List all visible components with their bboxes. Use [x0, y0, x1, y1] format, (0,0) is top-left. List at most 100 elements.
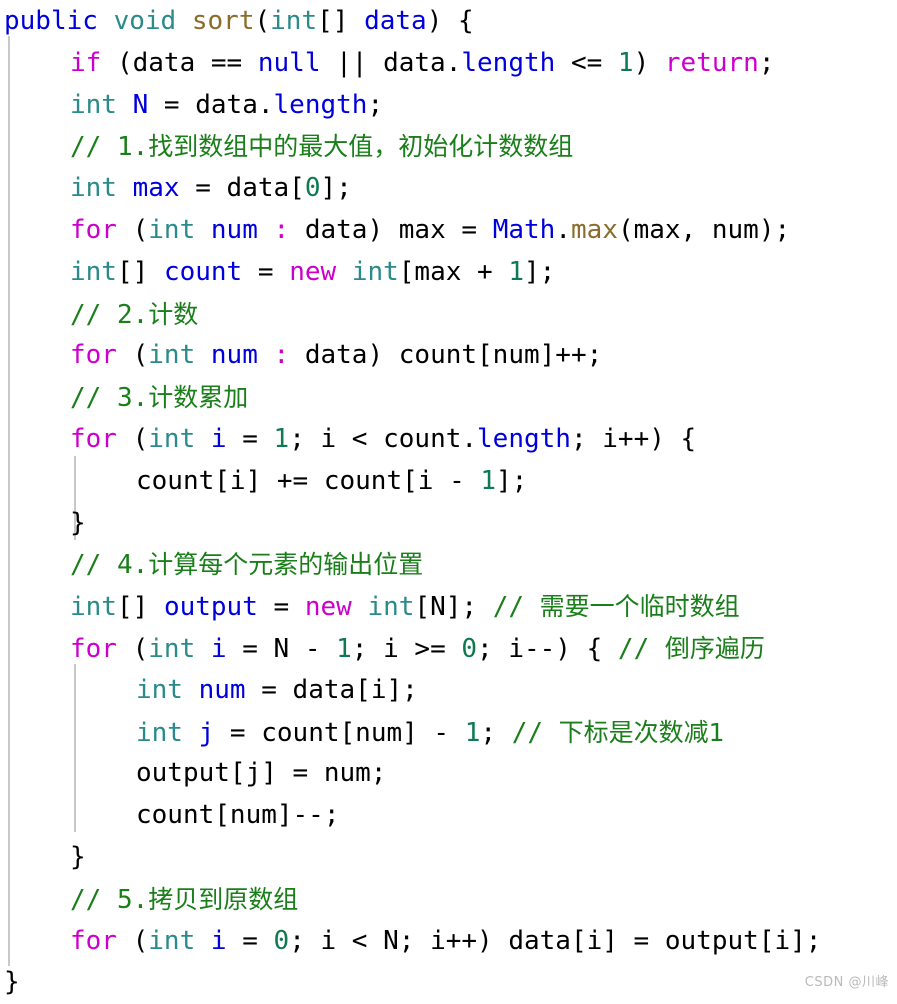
code-token-comment-zh: 计算每个元素的输出位置	[148, 550, 424, 580]
code-token-plain: ;	[367, 89, 384, 120]
code-token-ident: i	[210, 633, 227, 664]
code-token-type: int	[148, 925, 196, 956]
code-line[interactable]: }	[0, 837, 897, 879]
code-token-plain: ; i++) {	[570, 423, 697, 454]
code-token-comment-zh: 计数	[148, 299, 199, 329]
code-token-plain: =	[242, 256, 290, 287]
code-line[interactable]: }	[0, 962, 897, 1004]
code-line[interactable]: for (int i = 0; i < N; i++) data[i] = ou…	[0, 921, 897, 963]
code-token-plain: (	[116, 925, 149, 956]
code-token-plain: output[j] = num;	[136, 758, 387, 789]
code-token-ident: length	[461, 47, 556, 78]
code-line[interactable]: }	[0, 503, 897, 545]
code-token-plain: (data ==	[101, 47, 258, 78]
csdn-watermark: CSDN @川峰	[804, 975, 889, 990]
code-token-comment: 1.	[116, 132, 149, 163]
code-token-plain: (	[254, 6, 271, 36]
code-token-ident: j	[198, 717, 215, 748]
code-token-type: int	[367, 592, 415, 623]
code-token-plain: = N -	[226, 633, 337, 664]
code-line[interactable]: // 3.计数累加	[0, 377, 897, 419]
code-line[interactable]: output[j] = num;	[0, 753, 897, 795]
code-token-comment: //	[617, 633, 665, 664]
code-token-plain: (	[116, 633, 149, 664]
code-token-plain: = data.	[148, 89, 274, 120]
code-line[interactable]: int num = data[i];	[0, 670, 897, 712]
code-token-type: int	[148, 423, 196, 454]
code-token-ident: data	[364, 6, 427, 36]
code-token-plain: (max, num);	[617, 214, 791, 245]
code-token-plain: =	[226, 925, 274, 956]
code-token-comment: //	[70, 550, 117, 581]
code-line[interactable]: for (int i = 1; i < count.length; i++) {	[0, 419, 897, 461]
code-token-comment: 2.	[116, 299, 149, 330]
code-token-ident: Math	[492, 214, 556, 245]
code-token-plain: ; i < count.	[289, 423, 478, 454]
code-token-plain: []	[116, 256, 164, 287]
code-line[interactable]: // 5.拷贝到原数组	[0, 879, 897, 921]
code-token-plain: }	[4, 967, 20, 998]
code-line[interactable]: int max = data[0];	[0, 168, 897, 210]
code-token-num: 1	[617, 47, 634, 78]
code-line[interactable]: count[i] += count[i - 1];	[0, 461, 897, 503]
code-line[interactable]: // 4.计算每个元素的输出位置	[0, 544, 897, 586]
code-token-num: 1	[336, 633, 352, 664]
code-token-plain: data) max =	[289, 214, 493, 245]
code-token-type: int	[70, 256, 117, 287]
code-token-ident: count	[163, 256, 243, 287]
code-lines-container[interactable]: public void sort(int[] data) {if (data =…	[0, 0, 897, 1004]
code-token-plain: [N];	[414, 592, 493, 623]
code-line[interactable]: if (data == null || data.length <= 1) re…	[0, 43, 897, 85]
code-token-type: int	[70, 89, 117, 120]
code-line[interactable]: int j = count[num] - 1; // 下标是次数减1	[0, 712, 897, 754]
code-token-plain: ;	[758, 47, 775, 78]
code-token-comment: //	[70, 884, 117, 915]
code-token-type: int	[148, 340, 196, 371]
code-token-kw: new	[289, 256, 337, 287]
code-token-kw: for	[70, 633, 117, 664]
code-token-kw: return	[664, 47, 759, 78]
code-token-kw: if	[70, 47, 102, 78]
code-token-comment: //	[70, 383, 117, 414]
code-token-plain: ; i >=	[351, 633, 462, 664]
code-line[interactable]: for (int num : data) count[num]++;	[0, 335, 897, 377]
code-token-plain: ; i--) {	[477, 633, 618, 664]
code-token-plain: ;	[480, 717, 512, 748]
code-token-ident: num	[198, 674, 246, 705]
code-line[interactable]: // 2.计数	[0, 294, 897, 336]
code-token-plain: (	[116, 214, 149, 245]
code-token-num: 0	[461, 633, 478, 664]
code-line[interactable]: int[] count = new int[max + 1];	[0, 252, 897, 294]
code-line[interactable]: public void sort(int[] data) {	[0, 1, 897, 43]
code-token-kw: new	[304, 592, 352, 623]
code-token-comment-zh: 计数累加	[148, 383, 249, 413]
code-token-type: int	[148, 633, 196, 664]
code-line[interactable]: count[num]--;	[0, 795, 897, 837]
code-token-comment: //	[70, 299, 117, 330]
code-token-plain: data) count[num]++;	[289, 340, 603, 371]
code-token-type: int	[270, 6, 318, 36]
code-token-comment-zh: 倒序遍历	[664, 633, 765, 663]
code-line[interactable]: for (int i = N - 1; i >= 0; i--) { // 倒序…	[0, 628, 897, 670]
code-token-plain: = data[	[179, 173, 305, 204]
code-token-ident: i	[210, 925, 227, 956]
code-token-type: int	[148, 214, 196, 245]
code-line[interactable]: int N = data.length;	[0, 85, 897, 127]
code-token-plain: ) {	[426, 6, 474, 36]
code-line[interactable]: int[] output = new int[N]; // 需要一个临时数组	[0, 586, 897, 628]
code-token-ident: output	[163, 592, 258, 623]
code-token-plain: =	[226, 423, 274, 454]
code-token-comment: //	[492, 592, 540, 623]
code-line[interactable]: // 1.找到数组中的最大值，初始化计数数组	[0, 126, 897, 168]
code-editor-surface: public void sort(int[] data) {if (data =…	[0, 0, 897, 1002]
code-line[interactable]: for (int num : data) max = Math.max(max,…	[0, 210, 897, 252]
